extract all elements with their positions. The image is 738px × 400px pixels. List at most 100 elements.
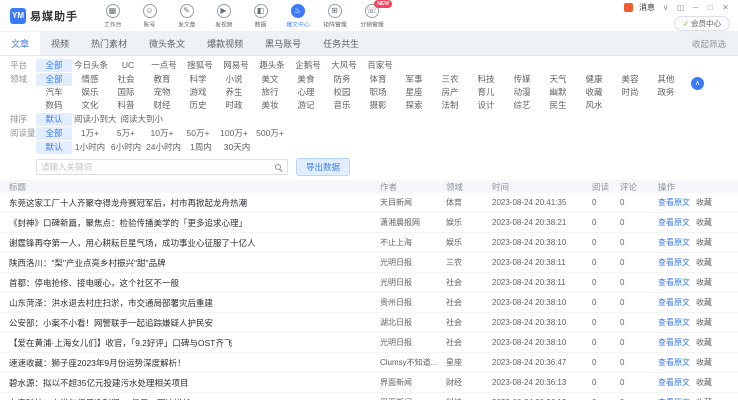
search-icon[interactable] — [275, 164, 281, 170]
filter-chip[interactable]: 1小时内 — [72, 141, 108, 154]
filter-chip[interactable]: 校园 — [324, 86, 360, 99]
filter-chip[interactable]: 数码 — [36, 99, 72, 112]
filter-chip[interactable]: 情感 — [72, 73, 108, 86]
filter-chip[interactable]: 育儿 — [468, 86, 504, 99]
row-title[interactable]: 山东菏泽：洪水退去村庄扫淤，市交通局部署灾后重建 — [0, 297, 380, 309]
filter-chip[interactable]: 房产 — [432, 86, 468, 99]
filter-chip[interactable]: 文化 — [72, 99, 108, 112]
filter-chip[interactable]: 科学 — [180, 73, 216, 86]
filter-chip[interactable]: 防务 — [324, 73, 360, 86]
theme-icon[interactable]: ◫ — [676, 3, 685, 12]
filter-chip[interactable]: 科技 — [468, 73, 504, 86]
tab-热门素材[interactable]: 热门素材 — [80, 32, 138, 55]
filter-chip[interactable]: 幽默 — [540, 86, 576, 99]
filter-chip[interactable]: 汽车 — [36, 86, 72, 99]
filter-chip[interactable]: 综艺 — [504, 99, 540, 112]
view-original-link[interactable]: 查看原文 — [658, 258, 690, 267]
filter-chip[interactable]: 企鹅号 — [290, 59, 326, 72]
filter-chip[interactable]: 默认 — [36, 113, 72, 126]
favorite-link[interactable]: 收藏 — [696, 238, 712, 247]
filter-chip[interactable]: 搜狐号 — [182, 59, 218, 72]
filter-chip[interactable]: 法制 — [432, 99, 468, 112]
member-center-button[interactable]: ✓ 会员中心 — [673, 16, 730, 31]
row-title[interactable]: 陕西洛川："梨"产业点亮乡村振兴"甜"品牌 — [0, 257, 380, 269]
user-name[interactable]: 消息 — [639, 2, 655, 13]
filter-chip[interactable]: 音乐 — [324, 99, 360, 112]
collapse-filter-link[interactable]: 收起筛选 — [692, 32, 726, 56]
filter-chip[interactable]: 游记 — [288, 99, 324, 112]
favorite-link[interactable]: 收藏 — [696, 198, 712, 207]
filter-chip[interactable]: 职场 — [360, 86, 396, 99]
view-original-link[interactable]: 查看原文 — [658, 278, 690, 287]
filter-chip[interactable]: 天气 — [540, 73, 576, 86]
filter-chip[interactable]: 三农 — [432, 73, 468, 86]
filter-chip[interactable]: 全部 — [36, 73, 72, 86]
filter-chip[interactable]: 美食 — [288, 73, 324, 86]
filter-chip[interactable]: 养生 — [216, 86, 252, 99]
favorite-link[interactable]: 收藏 — [696, 298, 712, 307]
view-original-link[interactable]: 查看原文 — [658, 198, 690, 207]
favorite-link[interactable]: 收藏 — [696, 218, 712, 227]
view-original-link[interactable]: 查看原文 — [658, 338, 690, 347]
filter-chip[interactable]: 风水 — [576, 99, 612, 112]
filter-chip[interactable]: 今日头条 — [72, 59, 110, 72]
filter-chip[interactable]: 1万+ — [72, 127, 108, 140]
filter-chip[interactable]: 全部 — [36, 127, 72, 140]
tab-爆款视频[interactable]: 爆款视频 — [196, 32, 254, 55]
row-title[interactable]: 东莞这家工厂十人齐聚夺得龙舟赛冠军后，村市再掀起龙舟热潮 — [0, 197, 380, 209]
filter-chip[interactable]: 趣头条 — [254, 59, 290, 72]
filter-chip[interactable]: 摄影 — [360, 99, 396, 112]
filter-chip[interactable]: 全部 — [36, 59, 72, 72]
filter-chip[interactable]: 财经 — [144, 99, 180, 112]
filter-chip[interactable]: 时尚 — [612, 86, 648, 99]
row-title[interactable]: 首都：停电抢修、接电暖心，这个社区不一般 — [0, 277, 380, 289]
filter-chip[interactable]: 24小时内 — [144, 141, 183, 154]
filter-chip[interactable]: 100万+ — [216, 127, 252, 140]
filter-chip[interactable]: 其他 — [648, 73, 684, 86]
nav-item-matrix[interactable]: ⊞ 矩阵管理 — [316, 2, 353, 29]
filter-chip[interactable]: UC — [110, 59, 146, 72]
row-title[interactable]: 碧水源：拟以不超35亿元投建污水处理相关项目 — [0, 377, 380, 389]
filter-chip[interactable]: 小说 — [216, 73, 252, 86]
nav-item-publish-article[interactable]: ✎ 发文章 — [168, 2, 205, 29]
filter-chip[interactable]: 游戏 — [180, 86, 216, 99]
row-title[interactable]: 谢霆锋再夺第一人，用心耕耘巨星气场，成功事业心征服了十亿人 — [0, 237, 380, 249]
filter-chip[interactable]: 动漫 — [504, 86, 540, 99]
filter-chip[interactable]: 科普 — [108, 99, 144, 112]
filter-chip[interactable]: 星座 — [396, 86, 432, 99]
row-title[interactable]: 速速收藏：狮子座2023年9月份运势深度解析！ — [0, 357, 380, 369]
view-original-link[interactable]: 查看原文 — [658, 298, 690, 307]
filter-chip[interactable]: 设计 — [468, 99, 504, 112]
favorite-link[interactable]: 收藏 — [696, 358, 712, 367]
filter-chip[interactable]: 历史 — [180, 99, 216, 112]
row-title[interactable]: 【爱在黄浦·上海女儿们】收官，「9.2好评」口碑与OST齐飞 — [0, 337, 380, 349]
nav-item-hot-article[interactable]: ♨ 爆文中心 — [279, 2, 316, 29]
filter-chip[interactable]: 民生 — [540, 99, 576, 112]
filter-chip[interactable]: 30天内 — [219, 141, 255, 154]
filter-chip[interactable]: 社会 — [108, 73, 144, 86]
filter-chip[interactable]: 心理 — [288, 86, 324, 99]
tab-黑马账号[interactable]: 黑马账号 — [254, 32, 312, 55]
close-icon[interactable]: ✕ — [721, 3, 730, 12]
filter-chip[interactable]: 传媒 — [504, 73, 540, 86]
filter-chip[interactable]: 5万+ — [108, 127, 144, 140]
tab-视频[interactable]: 视频 — [40, 32, 80, 55]
filter-chip[interactable]: 百家号 — [362, 59, 398, 72]
row-title[interactable]: 左安科技：上半年归母净利润1.8亿元，同比增长19.6% — [0, 397, 380, 400]
view-original-link[interactable]: 查看原文 — [658, 378, 690, 387]
minimize-icon[interactable]: ─ — [691, 3, 700, 12]
filter-chip[interactable]: 时政 — [216, 99, 252, 112]
user-avatar[interactable] — [624, 3, 633, 12]
nav-item-account[interactable]: ☺ 账号 — [131, 2, 168, 29]
favorite-link[interactable]: 收藏 — [696, 278, 712, 287]
filter-chip[interactable]: 健康 — [576, 73, 612, 86]
view-original-link[interactable]: 查看原文 — [658, 238, 690, 247]
chevron-down-icon[interactable]: ∨ — [661, 3, 670, 12]
filter-chip[interactable]: 默认 — [36, 141, 72, 154]
filter-chip[interactable]: 一点号 — [146, 59, 182, 72]
nav-item-workbench[interactable]: ▦ 工作台 — [94, 2, 131, 29]
view-original-link[interactable]: 查看原文 — [658, 218, 690, 227]
filter-chip[interactable]: 阅读小到大 — [72, 113, 119, 126]
filter-chip[interactable]: 1周内 — [183, 141, 219, 154]
filter-chip[interactable]: 宠物 — [144, 86, 180, 99]
